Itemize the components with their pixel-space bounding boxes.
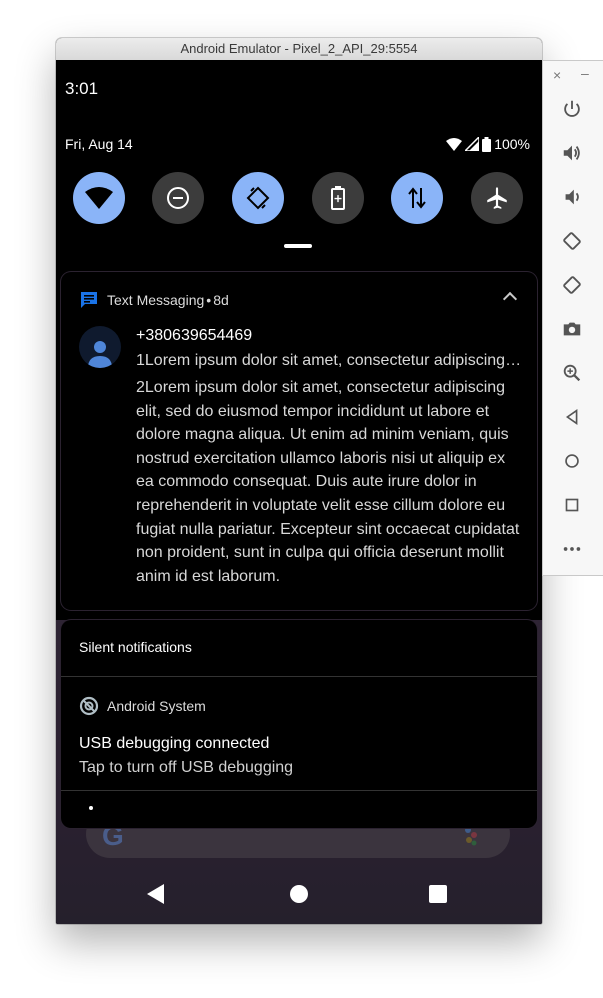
screenshot-button[interactable]	[560, 317, 584, 341]
overview-icon	[565, 498, 579, 512]
message-notification[interactable]: Text Messaging • 8d +380639654469 1Lorem…	[61, 272, 537, 610]
google-assistant-icon[interactable]	[464, 826, 478, 846]
tile-airplane-mode[interactable]	[471, 172, 523, 224]
more-icon	[563, 547, 581, 551]
emulator-toolbar: × –	[542, 60, 603, 576]
back-icon	[565, 408, 578, 426]
wifi-icon	[85, 187, 113, 209]
android-system-icon	[79, 696, 99, 716]
system-app-name: Android System	[107, 698, 206, 714]
message-text-2: 2Lorem ipsum dolor sit amet, consectetur…	[136, 379, 520, 585]
status-time: 3:01	[65, 79, 99, 98]
rotate-left-button[interactable]	[560, 229, 584, 253]
usb-debugging-title[interactable]: USB debugging connected	[79, 735, 269, 753]
more-button[interactable]	[560, 537, 584, 561]
silent-section-title: Silent notifications	[79, 639, 192, 655]
expand-handle[interactable]	[284, 244, 312, 248]
emulator-window: Android Emulator - Pixel_2_API_29:5554 G…	[56, 38, 542, 924]
auto-rotate-icon	[246, 186, 270, 210]
volume-down-button[interactable]	[560, 185, 584, 209]
usb-debugging-subtitle[interactable]: Tap to turn off USB debugging	[79, 759, 293, 777]
system-notification-header: Android System	[79, 696, 206, 716]
rotate-left-icon	[563, 232, 581, 250]
battery-icon	[482, 136, 492, 152]
status-icons: 100%	[446, 135, 530, 153]
battery-percent: 100%	[494, 136, 530, 152]
message-text-1: 1Lorem ipsum dolor sit amet, consectetur…	[136, 352, 522, 369]
zoom-icon	[563, 364, 581, 382]
power-icon	[564, 100, 580, 117]
notification-age: 8d	[213, 292, 229, 308]
messaging-app-icon	[81, 292, 97, 308]
overview-button[interactable]	[560, 493, 584, 517]
quick-settings-panel: 3:01 Fri, Aug 14 100%	[56, 60, 542, 304]
battery-saver-icon	[331, 186, 345, 210]
header-separator: •	[206, 292, 212, 308]
volume-up-icon	[563, 145, 580, 161]
home-button[interactable]	[560, 449, 584, 473]
home-icon	[565, 454, 579, 468]
tile-do-not-disturb[interactable]	[152, 172, 204, 224]
toolbar-close-button[interactable]: ×	[553, 67, 561, 83]
toolbar-minimize-button[interactable]: –	[581, 65, 589, 81]
divider	[61, 676, 537, 677]
tile-wifi[interactable]	[73, 172, 125, 224]
zoom-button[interactable]	[560, 361, 584, 385]
nav-home-button[interactable]	[290, 885, 308, 903]
collapse-chevron-icon[interactable]	[502, 291, 518, 307]
contact-avatar	[79, 326, 121, 368]
tile-auto-rotate[interactable]	[232, 172, 284, 224]
cell-signal-icon	[465, 137, 480, 151]
window-title: Android Emulator - Pixel_2_API_29:5554	[56, 38, 542, 61]
silent-notifications-card: Silent notifications Android System USB …	[61, 620, 537, 828]
airplane-mode-icon	[487, 187, 507, 209]
camera-icon	[563, 322, 581, 336]
power-button[interactable]	[560, 97, 584, 121]
device-screen: G 3:01 Fri, Aug 14 100% Text Messaging •…	[56, 60, 542, 924]
app-name: Text Messaging	[107, 292, 205, 308]
person-icon	[88, 341, 112, 368]
nav-recents-button[interactable]	[429, 885, 447, 903]
divider	[61, 790, 537, 791]
nav-back-button[interactable]	[147, 884, 164, 904]
do-not-disturb-icon	[167, 187, 189, 209]
navigation-bar	[56, 868, 542, 924]
mobile-data-icon	[408, 187, 426, 209]
volume-up-button[interactable]	[560, 141, 584, 165]
rotate-right-button[interactable]	[560, 273, 584, 297]
tile-battery-saver[interactable]	[312, 172, 364, 224]
back-button[interactable]	[560, 405, 584, 429]
status-date[interactable]: Fri, Aug 14	[65, 136, 133, 152]
tile-mobile-data[interactable]	[391, 172, 443, 224]
page-dot	[89, 806, 93, 810]
rotate-right-icon	[563, 276, 581, 294]
volume-down-icon	[565, 189, 579, 205]
wifi-signal-icon	[446, 137, 463, 151]
sender-name: +380639654469	[136, 327, 253, 344]
notification-header: Text Messaging • 8d	[79, 290, 229, 310]
